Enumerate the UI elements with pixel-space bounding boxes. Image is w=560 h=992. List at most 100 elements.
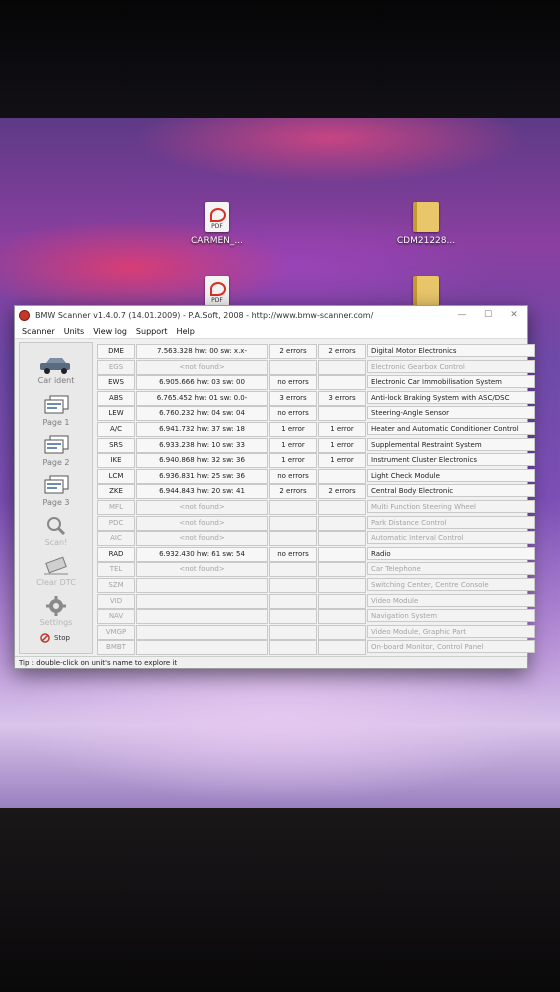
table-row[interactable]: A/C 6.941.732 hw: 37 sw: 18 1 error 1 error…	[97, 422, 535, 437]
unit-info-cell: <not found>	[136, 500, 268, 515]
unit-errors-2-cell: 2 errors	[318, 484, 366, 500]
unit-name-cell[interactable]: On-board Monitor, Control Panel	[367, 640, 535, 654]
table-row[interactable]: ABS 6.765.452 hw: 01 sw: 0.0- 3 errors 3 er…	[97, 390, 535, 406]
unit-info-cell: 6.944.843 hw: 20 sw: 41	[136, 484, 268, 500]
unit-name-cell[interactable]: Video Module, Graphic Part	[367, 624, 535, 638]
table-row[interactable]: SRS 6.933.238 hw: 10 sw: 33 1 error 1 error…	[97, 437, 535, 453]
unit-errors-2-cell	[318, 500, 366, 515]
unit-name-cell[interactable]: Anti-lock Braking System with ASC/DSC	[367, 390, 535, 404]
page-icon	[44, 395, 69, 414]
unit-code-cell[interactable]: ABS	[97, 390, 135, 406]
unit-code-cell[interactable]: NAV	[97, 609, 135, 625]
unit-code-cell[interactable]: VID	[97, 593, 135, 609]
unit-name-cell[interactable]: Navigation System	[367, 609, 535, 623]
unit-name-cell[interactable]: Instrument Cluster Electronics	[367, 453, 535, 467]
unit-code-cell[interactable]: VMGP	[97, 624, 135, 640]
car-ident-button[interactable]: Car ident	[20, 355, 92, 385]
unit-errors-cell: no errors	[269, 406, 317, 422]
clear-dtc-button[interactable]: Clear DTC	[20, 555, 92, 587]
unit-info-cell	[136, 593, 268, 609]
table-row[interactable]: VID Video Module	[97, 593, 535, 609]
unit-name-cell[interactable]: Electronic Gearbox Control	[367, 359, 535, 373]
table-row[interactable]: TEL <not found> Car Telephone	[97, 562, 535, 578]
unit-code-cell[interactable]: LEW	[97, 406, 135, 422]
unit-name-cell[interactable]: Heater and Automatic Conditioner Control	[367, 422, 535, 435]
menu-support[interactable]: Support	[136, 327, 168, 336]
unit-errors-2-cell: 1 error	[318, 422, 366, 437]
unit-name-cell[interactable]: Supplemental Restraint System	[367, 437, 535, 451]
unit-code-cell[interactable]: SZM	[97, 578, 135, 593]
unit-name-cell[interactable]: Steering-Angle Sensor	[367, 406, 535, 420]
table-row[interactable]: NAV Navigation System	[97, 609, 535, 625]
unit-errors-2-cell: 2 errors	[318, 344, 366, 359]
table-row[interactable]: LEW 6.760.232 hw: 04 sw: 04 no errors Steer…	[97, 406, 535, 422]
menu-view-log[interactable]: View log	[93, 327, 127, 336]
unit-code-cell[interactable]: DME	[97, 344, 135, 359]
unit-code-cell[interactable]: PDC	[97, 515, 135, 531]
scan-button[interactable]: Scan!	[20, 515, 92, 547]
unit-name-cell[interactable]: Electronic Car Immobilisation System	[367, 375, 535, 389]
table-row[interactable]: EGS <not found> Electronic Gearbox Control	[97, 359, 535, 375]
gear-icon	[46, 596, 66, 616]
unit-errors-cell: 2 errors	[269, 344, 317, 359]
close-button[interactable]: ✕	[501, 310, 527, 320]
page-3-button[interactable]: Page 3	[20, 475, 92, 507]
table-row[interactable]: MFL <not found> Multi Function Steering Wh…	[97, 500, 535, 515]
settings-button[interactable]: Settings	[20, 595, 92, 627]
table-row[interactable]: IKE 6.940.868 hw: 32 sw: 36 1 error 1 error…	[97, 453, 535, 469]
unit-name-cell[interactable]: Central Body Electronic	[367, 484, 535, 498]
folder-icon	[413, 202, 439, 232]
page-1-button[interactable]: Page 1	[20, 395, 92, 427]
unit-name-cell[interactable]: Automatic Interval Control	[367, 531, 535, 545]
unit-code-cell[interactable]: SRS	[97, 437, 135, 453]
minimize-button[interactable]: —	[449, 310, 475, 320]
table-row[interactable]: EWS 6.905.666 hw: 03 sw: 00 no errors Elect…	[97, 375, 535, 391]
table-row[interactable]: PDC <not found> Park Distance Control	[97, 515, 535, 531]
page-2-label: Page 2	[42, 458, 70, 467]
unit-code-cell[interactable]: LCM	[97, 468, 135, 484]
maximize-button[interactable]: ☐	[475, 310, 501, 320]
unit-code-cell[interactable]: MFL	[97, 500, 135, 515]
page-2-button[interactable]: Page 2	[20, 435, 92, 467]
unit-name-cell[interactable]: Digital Motor Electronics	[367, 344, 535, 357]
unit-errors-cell	[269, 578, 317, 593]
menu-help[interactable]: Help	[177, 327, 195, 336]
unit-code-cell[interactable]: A/C	[97, 422, 135, 437]
unit-name-cell[interactable]: Park Distance Control	[367, 515, 535, 529]
unit-info-cell: 6.765.452 hw: 01 sw: 0.0-	[136, 390, 268, 406]
pdf-badge: PDF	[211, 297, 223, 304]
desktop-icon-label: CDM21228...	[396, 236, 456, 246]
bmw-scanner-window: BMW Scanner v1.4.0.7 (14.01.2009) - P.A.…	[14, 305, 535, 669]
table-row[interactable]: AIC <not found> Automatic Interval Control	[97, 531, 535, 547]
unit-code-cell[interactable]: TEL	[97, 562, 135, 578]
unit-name-cell[interactable]: Car Telephone	[367, 562, 535, 576]
desktop-icon-pdf-1[interactable]: PDF CARMEN_...	[177, 202, 257, 246]
stop-button[interactable]: Stop	[40, 633, 70, 643]
unit-code-cell[interactable]: RAD	[97, 546, 135, 562]
table-row[interactable]: BMBT On-board Monitor, Control Panel	[97, 640, 535, 656]
unit-code-cell[interactable]: IKE	[97, 453, 135, 469]
desktop-icon-folder-1[interactable]: CDM21228...	[386, 202, 466, 246]
table-row[interactable]: LCM 6.936.831 hw: 25 sw: 36 no errors Light…	[97, 468, 535, 484]
unit-name-cell[interactable]: Multi Function Steering Wheel	[367, 500, 535, 513]
unit-errors-2-cell	[318, 406, 366, 422]
unit-name-cell[interactable]: Light Check Module	[367, 468, 535, 482]
table-row[interactable]: VMGP Video Module, Graphic Part	[97, 624, 535, 640]
scan-label: Scan!	[44, 538, 68, 547]
settings-label: Settings	[39, 618, 73, 627]
unit-code-cell[interactable]: EWS	[97, 375, 135, 391]
table-row[interactable]: DME 7.563.328 hw: 00 sw: x.x- 2 errors 2 er…	[97, 344, 535, 359]
table-row[interactable]: RAD 6.932.430 hw: 61 sw: 54 no errors Radio	[97, 546, 535, 562]
unit-name-cell[interactable]: Video Module	[367, 593, 535, 607]
unit-code-cell[interactable]: BMBT	[97, 640, 135, 656]
menu-units[interactable]: Units	[64, 327, 84, 336]
unit-code-cell[interactable]: AIC	[97, 531, 135, 547]
unit-code-cell[interactable]: EGS	[97, 359, 135, 375]
unit-name-cell[interactable]: Switching Center, Centre Console	[367, 578, 535, 591]
unit-code-cell[interactable]: ZKE	[97, 484, 135, 500]
title-bar[interactable]: BMW Scanner v1.4.0.7 (14.01.2009) - P.A.…	[15, 306, 527, 324]
table-row[interactable]: SZM Switching Center, Centre Console	[97, 578, 535, 593]
table-row[interactable]: ZKE 6.944.843 hw: 20 sw: 41 2 errors 2 erro…	[97, 484, 535, 500]
menu-scanner[interactable]: Scanner	[22, 327, 55, 336]
unit-name-cell[interactable]: Radio	[367, 546, 535, 560]
